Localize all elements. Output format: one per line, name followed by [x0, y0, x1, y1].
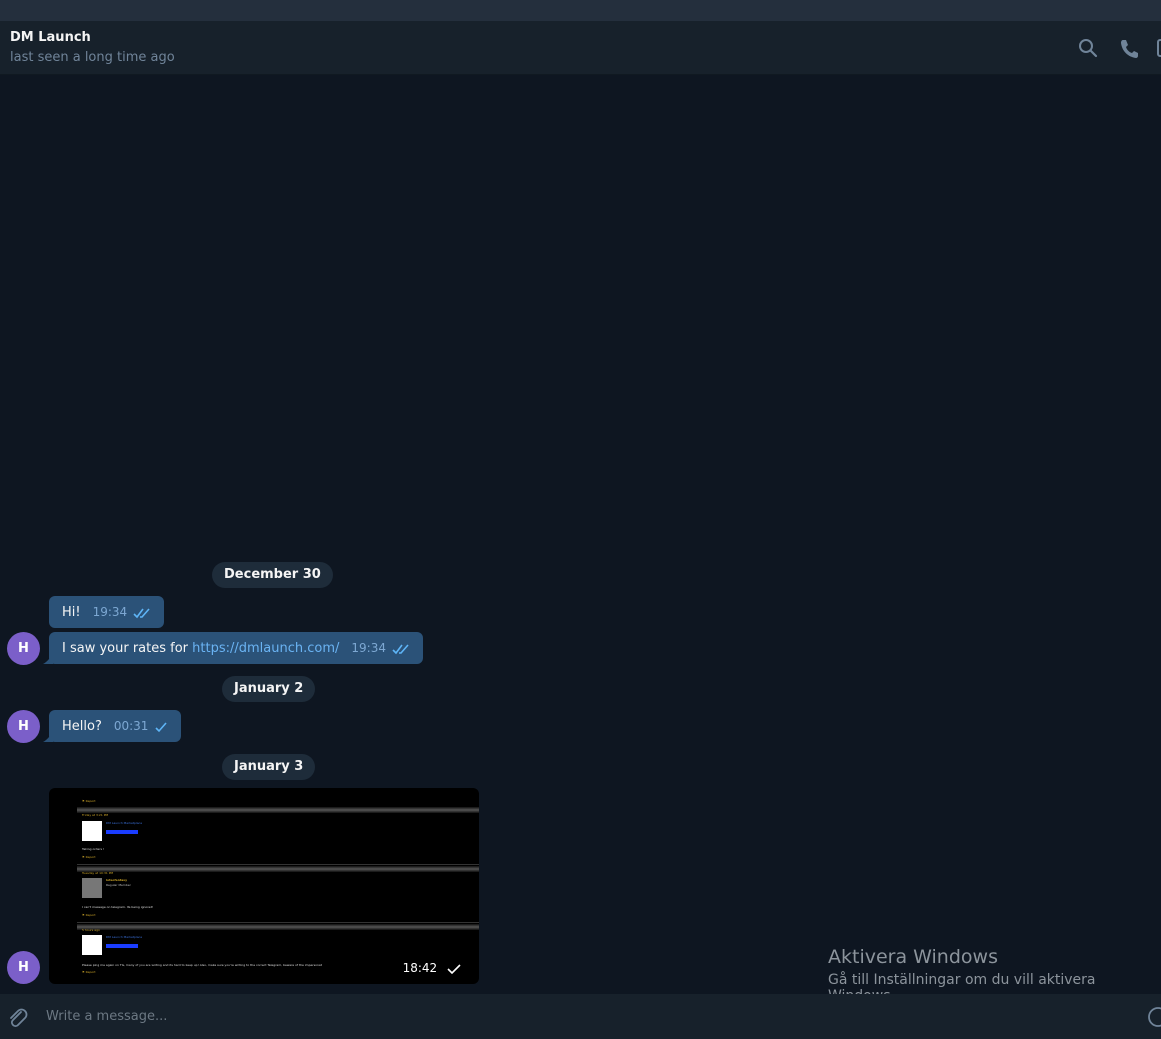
screenshot-username: DM Launch Marketplace	[106, 821, 143, 825]
screenshot-badge	[106, 830, 138, 834]
screenshot-divider	[77, 807, 479, 813]
check-icon	[447, 963, 461, 974]
message-time: 00:31	[113, 719, 149, 733]
date-separator: December 30	[212, 562, 333, 588]
screenshot-badge	[106, 944, 138, 948]
phone-icon[interactable]	[1118, 37, 1140, 59]
date-separator: January 2	[222, 676, 316, 702]
double-check-icon	[392, 643, 409, 654]
paperclip-icon[interactable]	[6, 1006, 28, 1028]
screenshot-divider	[77, 922, 479, 923]
message-time: 19:34	[351, 641, 386, 655]
screenshot-report-link: ⚑ Report	[82, 913, 96, 917]
double-check-icon	[133, 607, 150, 618]
screenshot-report-link: ⚑ Report	[82, 970, 96, 974]
avatar[interactable]: H	[7, 710, 40, 743]
message-text: Hi!	[62, 605, 81, 620]
screenshot-post-date: Tuesday at 10:31 PM	[82, 871, 114, 875]
windows-activation-title: Aktivera Windows	[828, 946, 998, 968]
emoji-icon[interactable]	[1147, 1006, 1161, 1028]
message-bubble[interactable]: I saw your rates for https://dmlaunch.co…	[49, 632, 423, 664]
message-input-bar: Write a message...	[0, 994, 1161, 1039]
chat-header[interactable]: DM Launch last seen a long time ago	[0, 21, 1161, 75]
screenshot-divider	[77, 864, 479, 865]
screenshot-post-text: I can't message on telegram. Its being i…	[82, 905, 154, 909]
window-top-strip	[0, 0, 1161, 21]
screenshot-username: lotsofantasy	[106, 878, 128, 882]
message-time: 18:42	[402, 961, 438, 975]
screenshot-post-text: Taking orders !	[82, 847, 105, 851]
sidebar-toggle-icon[interactable]	[1152, 37, 1161, 59]
screenshot-post-date: 5 hours ago	[82, 928, 100, 932]
date-separator: January 3	[222, 754, 316, 780]
avatar[interactable]: H	[7, 951, 40, 984]
message-bubble[interactable]: Hello? 00:31	[49, 710, 182, 742]
message-text: I saw your rates for	[62, 641, 193, 656]
screenshot-divider	[77, 866, 479, 872]
image-message[interactable]: ⚑ Report Friday at 3:21 PM DM Launch Mar…	[49, 788, 479, 984]
screenshot-divider	[77, 924, 479, 930]
screenshot-avatar	[82, 878, 102, 898]
message-bubble[interactable]: Hi! 19:34	[49, 596, 165, 628]
message-text: Hello?	[62, 719, 102, 734]
screenshot-report-link: ⚑ Report	[82, 799, 96, 803]
screenshot-post-text: Please ping me again on TG, many of you …	[82, 963, 322, 967]
message-time-overlay: 18:42	[396, 960, 467, 976]
message-link[interactable]: https://dmlaunch.com/	[192, 641, 339, 656]
search-icon[interactable]	[1077, 37, 1099, 59]
message-input[interactable]: Write a message...	[46, 1009, 167, 1024]
chat-title[interactable]: DM Launch	[10, 30, 91, 45]
screenshot-username: DM Launch Marketplace	[106, 935, 143, 939]
message-time: 19:34	[92, 605, 128, 619]
screenshot-report-link: ⚑ Report	[82, 855, 96, 859]
screenshot-avatar	[82, 821, 102, 841]
screenshot-post-date: Friday at 3:21 PM	[82, 813, 109, 817]
check-icon	[155, 721, 168, 732]
avatar[interactable]: H	[7, 632, 40, 665]
screenshot-avatar	[82, 935, 102, 955]
chat-status: last seen a long time ago	[10, 50, 175, 65]
screenshot-role: Regular Member	[106, 883, 131, 887]
